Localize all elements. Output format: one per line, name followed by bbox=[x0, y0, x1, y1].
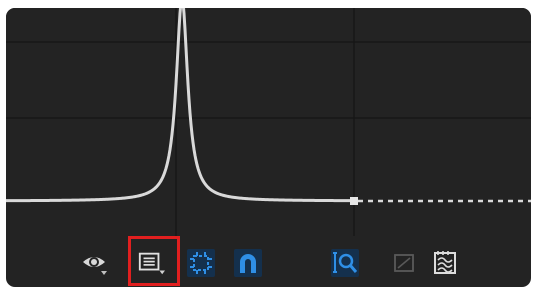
frame-selection-button[interactable] bbox=[187, 249, 215, 277]
dropdown-arrow-icon bbox=[101, 271, 107, 275]
normalize-icon bbox=[394, 254, 414, 272]
dropdown-arrow-icon bbox=[159, 270, 165, 275]
graph-toolbar bbox=[6, 236, 531, 287]
curve-bake-button[interactable] bbox=[431, 249, 459, 277]
normalize-button[interactable] bbox=[390, 249, 418, 277]
graph-editor-panel bbox=[6, 8, 531, 287]
visibility-button[interactable] bbox=[80, 249, 108, 277]
curve-bake-icon bbox=[434, 251, 456, 274]
frame-selection-icon bbox=[190, 252, 212, 274]
snapping-button[interactable] bbox=[234, 249, 262, 277]
curve-graph[interactable] bbox=[6, 8, 531, 236]
list-view-icon bbox=[138, 252, 165, 275]
zoom-to-fit-icon bbox=[333, 252, 358, 273]
magnet-icon bbox=[240, 254, 256, 273]
channel-list-button[interactable] bbox=[137, 249, 165, 277]
zoom-to-fit-button[interactable] bbox=[331, 249, 359, 277]
eye-icon bbox=[83, 257, 107, 275]
keyframe-handle[interactable] bbox=[350, 197, 358, 205]
